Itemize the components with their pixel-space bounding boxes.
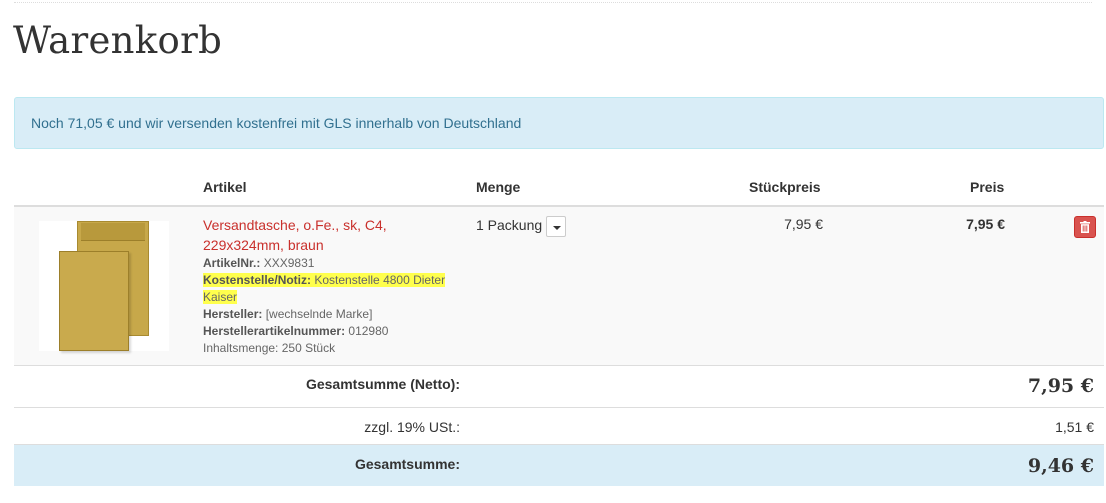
page-title: Warenkorb (13, 19, 223, 62)
divider (14, 407, 1104, 408)
envelope-front-shape (59, 251, 129, 351)
manufacturer-label: Hersteller: (203, 307, 263, 321)
header-preis: Preis (970, 179, 1005, 195)
shipping-notice: Noch 71,05 € und wir versenden kostenfre… (14, 97, 1104, 149)
article-number-value: XXX9831 (263, 256, 315, 270)
cost-center-label: Kostenstelle/Notiz: (203, 273, 312, 287)
net-total-value: 7,95 € (1027, 375, 1094, 397)
quantity-dropdown-button[interactable] (546, 216, 566, 237)
manufacturer-article-number: Herstellerartikelnummer: 012980 (203, 323, 388, 340)
divider (14, 365, 1104, 366)
header-stueckpreis: Stückpreis (749, 179, 821, 195)
cost-center-highlight: Kostenstelle/Notiz: Kostenstelle 4800 Di… (203, 273, 446, 304)
vat-value: 1,51 € (1055, 419, 1094, 435)
manufacturer-article-number-label: Herstellerartikelnummer: (203, 324, 346, 338)
quantity-value[interactable]: 1 Packung (476, 215, 542, 235)
divider (14, 444, 1104, 445)
trash-icon (1080, 221, 1090, 233)
product-image[interactable] (39, 221, 169, 351)
vat-label: zzgl. 19% USt.: (364, 419, 460, 435)
envelope-flap-shape (81, 223, 145, 241)
manufacturer-article-number-value: 012980 (348, 324, 389, 338)
header-menge: Menge (476, 179, 521, 195)
product-name-link[interactable]: Versandtasche, o.Fe., sk, C4, 229x324mm,… (203, 215, 463, 255)
article-number: ArtikelNr.: XXX9831 (203, 255, 314, 272)
unit-price: 7,95 € (784, 216, 823, 232)
grand-total-label: Gesamtsumme: (354, 456, 460, 472)
article-number-label: ArtikelNr.: (203, 256, 261, 270)
content-quantity: Inhaltsmenge: 250 Stück (203, 341, 336, 355)
chevron-down-icon (553, 226, 561, 230)
net-total-label: Gesamtsumme (Netto): (305, 376, 460, 392)
header-artikel: Artikel (203, 179, 247, 195)
cost-center-note: Kostenstelle/Notiz: Kostenstelle 4800 Di… (203, 272, 473, 306)
manufacturer: Hersteller: [wechselnde Marke] (203, 306, 372, 323)
top-divider (14, 2, 1092, 3)
item-price: 7,95 € (966, 216, 1005, 232)
delete-item-button[interactable] (1074, 216, 1096, 238)
grand-total-value: 9,46 € (1027, 455, 1094, 477)
manufacturer-value: [wechselnde Marke] (265, 307, 373, 321)
grand-total-row (14, 445, 1104, 486)
